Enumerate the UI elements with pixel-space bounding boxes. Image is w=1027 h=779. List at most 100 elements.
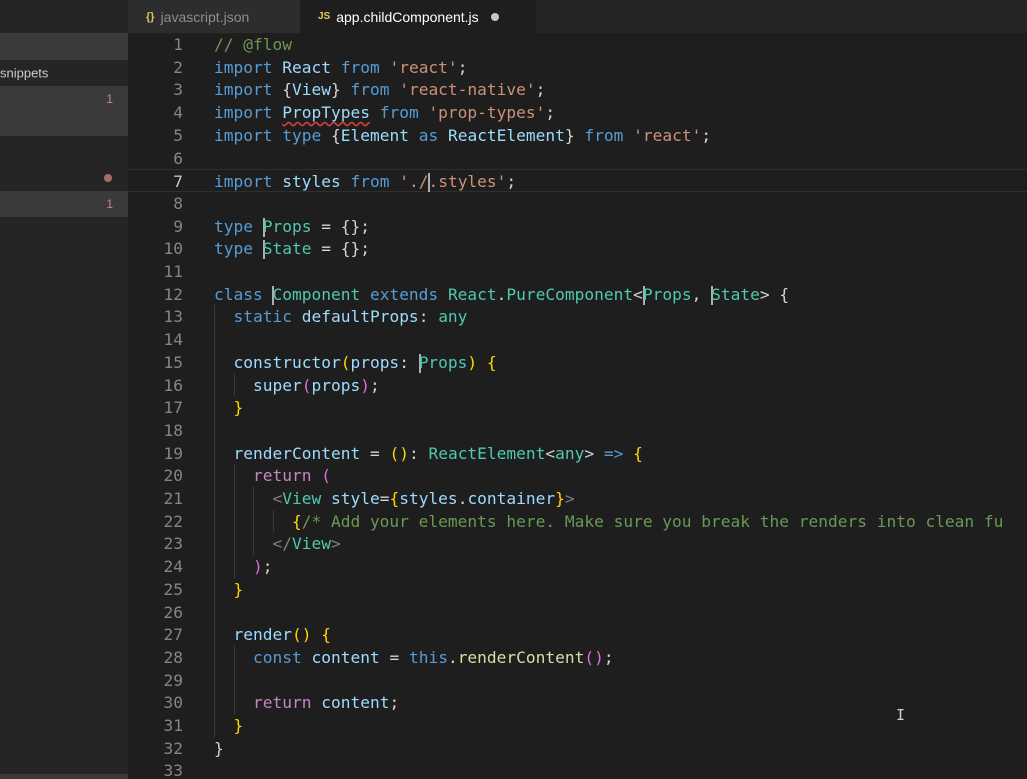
code-token: ; <box>603 647 614 667</box>
code-token: ; <box>701 125 712 145</box>
text-cursor-icon: I <box>896 706 906 724</box>
code-token: => <box>603 443 624 463</box>
sidebar-item[interactable] <box>0 33 128 60</box>
code-text: renderContent = (): ReactElement<any> =>… <box>214 442 643 465</box>
code-line[interactable]: 6 <box>128 147 1027 170</box>
code-line[interactable]: 5 import type {Element as ReactElement} f… <box>128 124 1027 147</box>
code-token: = <box>379 647 409 667</box>
code-token: { <box>272 80 292 100</box>
code-line[interactable]: 32} <box>128 737 1027 760</box>
code-line[interactable]: 10 type State = {}; <box>128 237 1027 260</box>
code-token: ) <box>467 352 478 372</box>
code-token: .styles' <box>428 172 507 192</box>
code-line[interactable]: 26 <box>128 601 1027 624</box>
code-token: from <box>379 103 419 123</box>
code-line[interactable]: 9 type Props = {}; <box>128 215 1027 238</box>
code-text: render() { <box>214 623 331 646</box>
code-line[interactable]: 14 <box>128 328 1027 351</box>
code-line[interactable]: 30 return content; <box>128 691 1027 714</box>
code-line[interactable]: 18 <box>128 419 1027 442</box>
code-line[interactable]: 28 const content = this.renderContent(); <box>128 646 1027 669</box>
code-token: > <box>330 534 341 554</box>
code-token: { <box>291 511 302 531</box>
code-line[interactable]: 24 ); <box>128 555 1027 578</box>
sidebar-item[interactable] <box>0 164 128 191</box>
code-line[interactable]: 3 import {View} from 'react-native'; <box>128 78 1027 101</box>
sidebar-item[interactable]: 1 <box>0 191 128 217</box>
code-token: > { <box>759 284 790 304</box>
code-line[interactable]: 19 renderContent = (): ReactElement<any>… <box>128 442 1027 465</box>
tab-app-child-component[interactable]: JS app.childComponent.js <box>300 0 536 33</box>
code-token: = {}; <box>311 239 370 259</box>
code-line[interactable]: 1 // @flow <box>128 33 1027 56</box>
tab-javascript-json[interactable]: {} javascript.json <box>128 0 300 33</box>
code-token: } <box>233 398 244 418</box>
code-line[interactable]: 7 import styles from './.styles'; <box>128 169 1027 193</box>
code-text: } <box>214 578 244 601</box>
code-line[interactable]: 15 constructor(props: Props) { <box>128 351 1027 374</box>
code-token: } <box>564 125 585 145</box>
code-line[interactable]: 23 </View> <box>128 532 1027 555</box>
line-number: 28 <box>163 647 184 667</box>
code-line[interactable]: 33 <box>128 759 1027 779</box>
code-token: PropTypes <box>282 103 370 123</box>
code-token: 'react-native' <box>399 80 536 100</box>
code-token: extends <box>369 284 439 304</box>
code-line[interactable]: 27 render() { <box>128 623 1027 646</box>
code-line[interactable]: 20 return ( <box>128 464 1027 487</box>
code-line[interactable]: 21 <View style={styles.container}> <box>128 487 1027 510</box>
code-token: import <box>214 103 273 123</box>
code-token: > <box>584 443 604 463</box>
code-token: ; <box>369 375 380 395</box>
code-line[interactable]: 2 import React from 'react'; <box>128 56 1027 79</box>
tab-label: javascript.json <box>160 8 250 25</box>
code-token: } <box>214 738 224 758</box>
code-token: 'react' <box>633 125 702 145</box>
code-token: import <box>214 80 273 100</box>
code-token: . <box>496 284 507 304</box>
code-token: class <box>214 284 263 304</box>
code-line[interactable]: 22 {/* Add your elements here. Make sure… <box>128 510 1027 533</box>
code-line[interactable]: 31 } <box>128 714 1027 737</box>
code-line[interactable]: 8 <box>128 192 1027 215</box>
sidebar-bottom-strip <box>0 774 128 779</box>
code-text: type Props = {}; <box>214 215 370 238</box>
code-text: ); <box>214 555 273 578</box>
code-line[interactable]: 13 static defaultProps: any <box>128 305 1027 328</box>
code-token: this <box>408 647 448 667</box>
code-token: type <box>214 239 253 259</box>
code-token: < <box>633 284 643 304</box>
sidebar-item[interactable]: 1 <box>0 86 128 136</box>
code-line[interactable]: 16 super(props); <box>128 374 1027 397</box>
code-text: } <box>214 396 244 419</box>
code-line[interactable]: 29 <box>128 669 1027 692</box>
code-token: </ <box>272 534 292 554</box>
code-text: super(props); <box>214 374 380 397</box>
unsaved-dot-icon[interactable] <box>490 12 499 21</box>
code-editor[interactable]: 1 // @flow 2 import React from 'react'; 3 imp… <box>128 33 1027 779</box>
code-token: defaultProps <box>301 307 419 327</box>
line-number: 2 <box>173 57 183 77</box>
code-token: { <box>321 125 341 145</box>
code-line[interactable]: 25 } <box>128 578 1027 601</box>
code-token: ( <box>301 375 312 395</box>
line-number: 14 <box>163 330 184 350</box>
code-line[interactable]: 4 import PropTypes from 'prop-types'; <box>128 101 1027 124</box>
code-line[interactable]: 12 class Component extends React.PureComp… <box>128 283 1027 306</box>
line-number: 29 <box>163 670 184 690</box>
code-line[interactable]: 17 } <box>128 396 1027 419</box>
code-line[interactable]: 11 <box>128 260 1027 283</box>
line-number: 24 <box>163 557 184 577</box>
sidebar-item[interactable]: snippets <box>0 60 128 86</box>
